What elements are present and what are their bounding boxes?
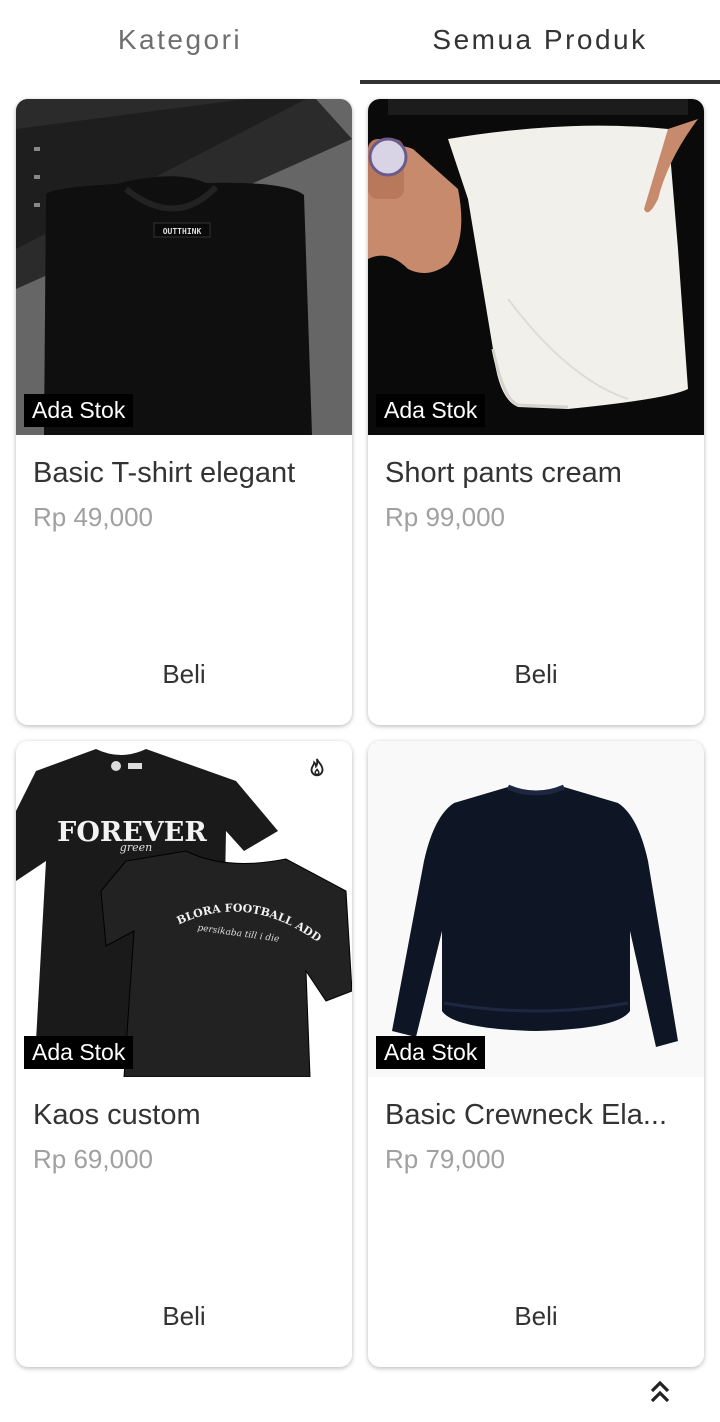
product-name: Short pants cream — [385, 457, 622, 489]
stock-badge: Ada Stok — [24, 1036, 134, 1069]
stock-badge: Ada Stok — [376, 394, 486, 427]
product-image: Ada Stok — [368, 741, 704, 1077]
product-price: Rp 99,000 — [385, 502, 505, 532]
tshirt-label-text: OUTTHINK — [163, 227, 202, 236]
product-image: Ada Stok — [368, 99, 704, 435]
product-card[interactable]: OUTTHINK Ada Stok Basic T-shirt elegant … — [16, 99, 352, 725]
fire-icon — [310, 758, 324, 777]
product-price: Rp 69,000 — [33, 1144, 153, 1174]
stock-badge: Ada Stok — [376, 1036, 486, 1069]
buy-button[interactable]: Beli — [16, 1301, 352, 1341]
product-price: Rp 79,000 — [385, 1144, 505, 1174]
product-name: Basic Crewneck Ela... — [385, 1099, 668, 1131]
product-grid: OUTTHINK Ada Stok Basic T-shirt elegant … — [16, 99, 704, 1367]
double-chevron-up-icon — [650, 1380, 670, 1403]
product-image: FOREVER green BLORA FOOTBALL ADDICT pers… — [16, 741, 352, 1077]
buy-button[interactable]: Beli — [368, 1301, 704, 1341]
product-image: OUTTHINK Ada Stok — [16, 99, 352, 435]
tab-bar: Kategori Semua Produk — [0, 0, 720, 84]
product-price: Rp 49,000 — [33, 502, 153, 532]
product-card[interactable]: Ada Stok Short pants cream Rp 99,000 Bel… — [368, 99, 704, 725]
tab-kategori[interactable]: Kategori — [0, 0, 360, 80]
scroll-to-top-button[interactable] — [640, 1374, 680, 1410]
buy-button[interactable]: Beli — [368, 659, 704, 699]
stock-badge: Ada Stok — [24, 394, 134, 427]
product-card[interactable]: FOREVER green BLORA FOOTBALL ADDICT pers… — [16, 741, 352, 1367]
tab-semua-produk[interactable]: Semua Produk — [360, 0, 720, 84]
product-card[interactable]: Ada Stok Basic Crewneck Ela... Rp 79,000… — [368, 741, 704, 1367]
buy-button[interactable]: Beli — [16, 659, 352, 699]
product-name: Kaos custom — [33, 1099, 201, 1131]
product-name: Basic T-shirt elegant — [33, 457, 296, 489]
shirt-front-subtext: green — [120, 841, 152, 854]
